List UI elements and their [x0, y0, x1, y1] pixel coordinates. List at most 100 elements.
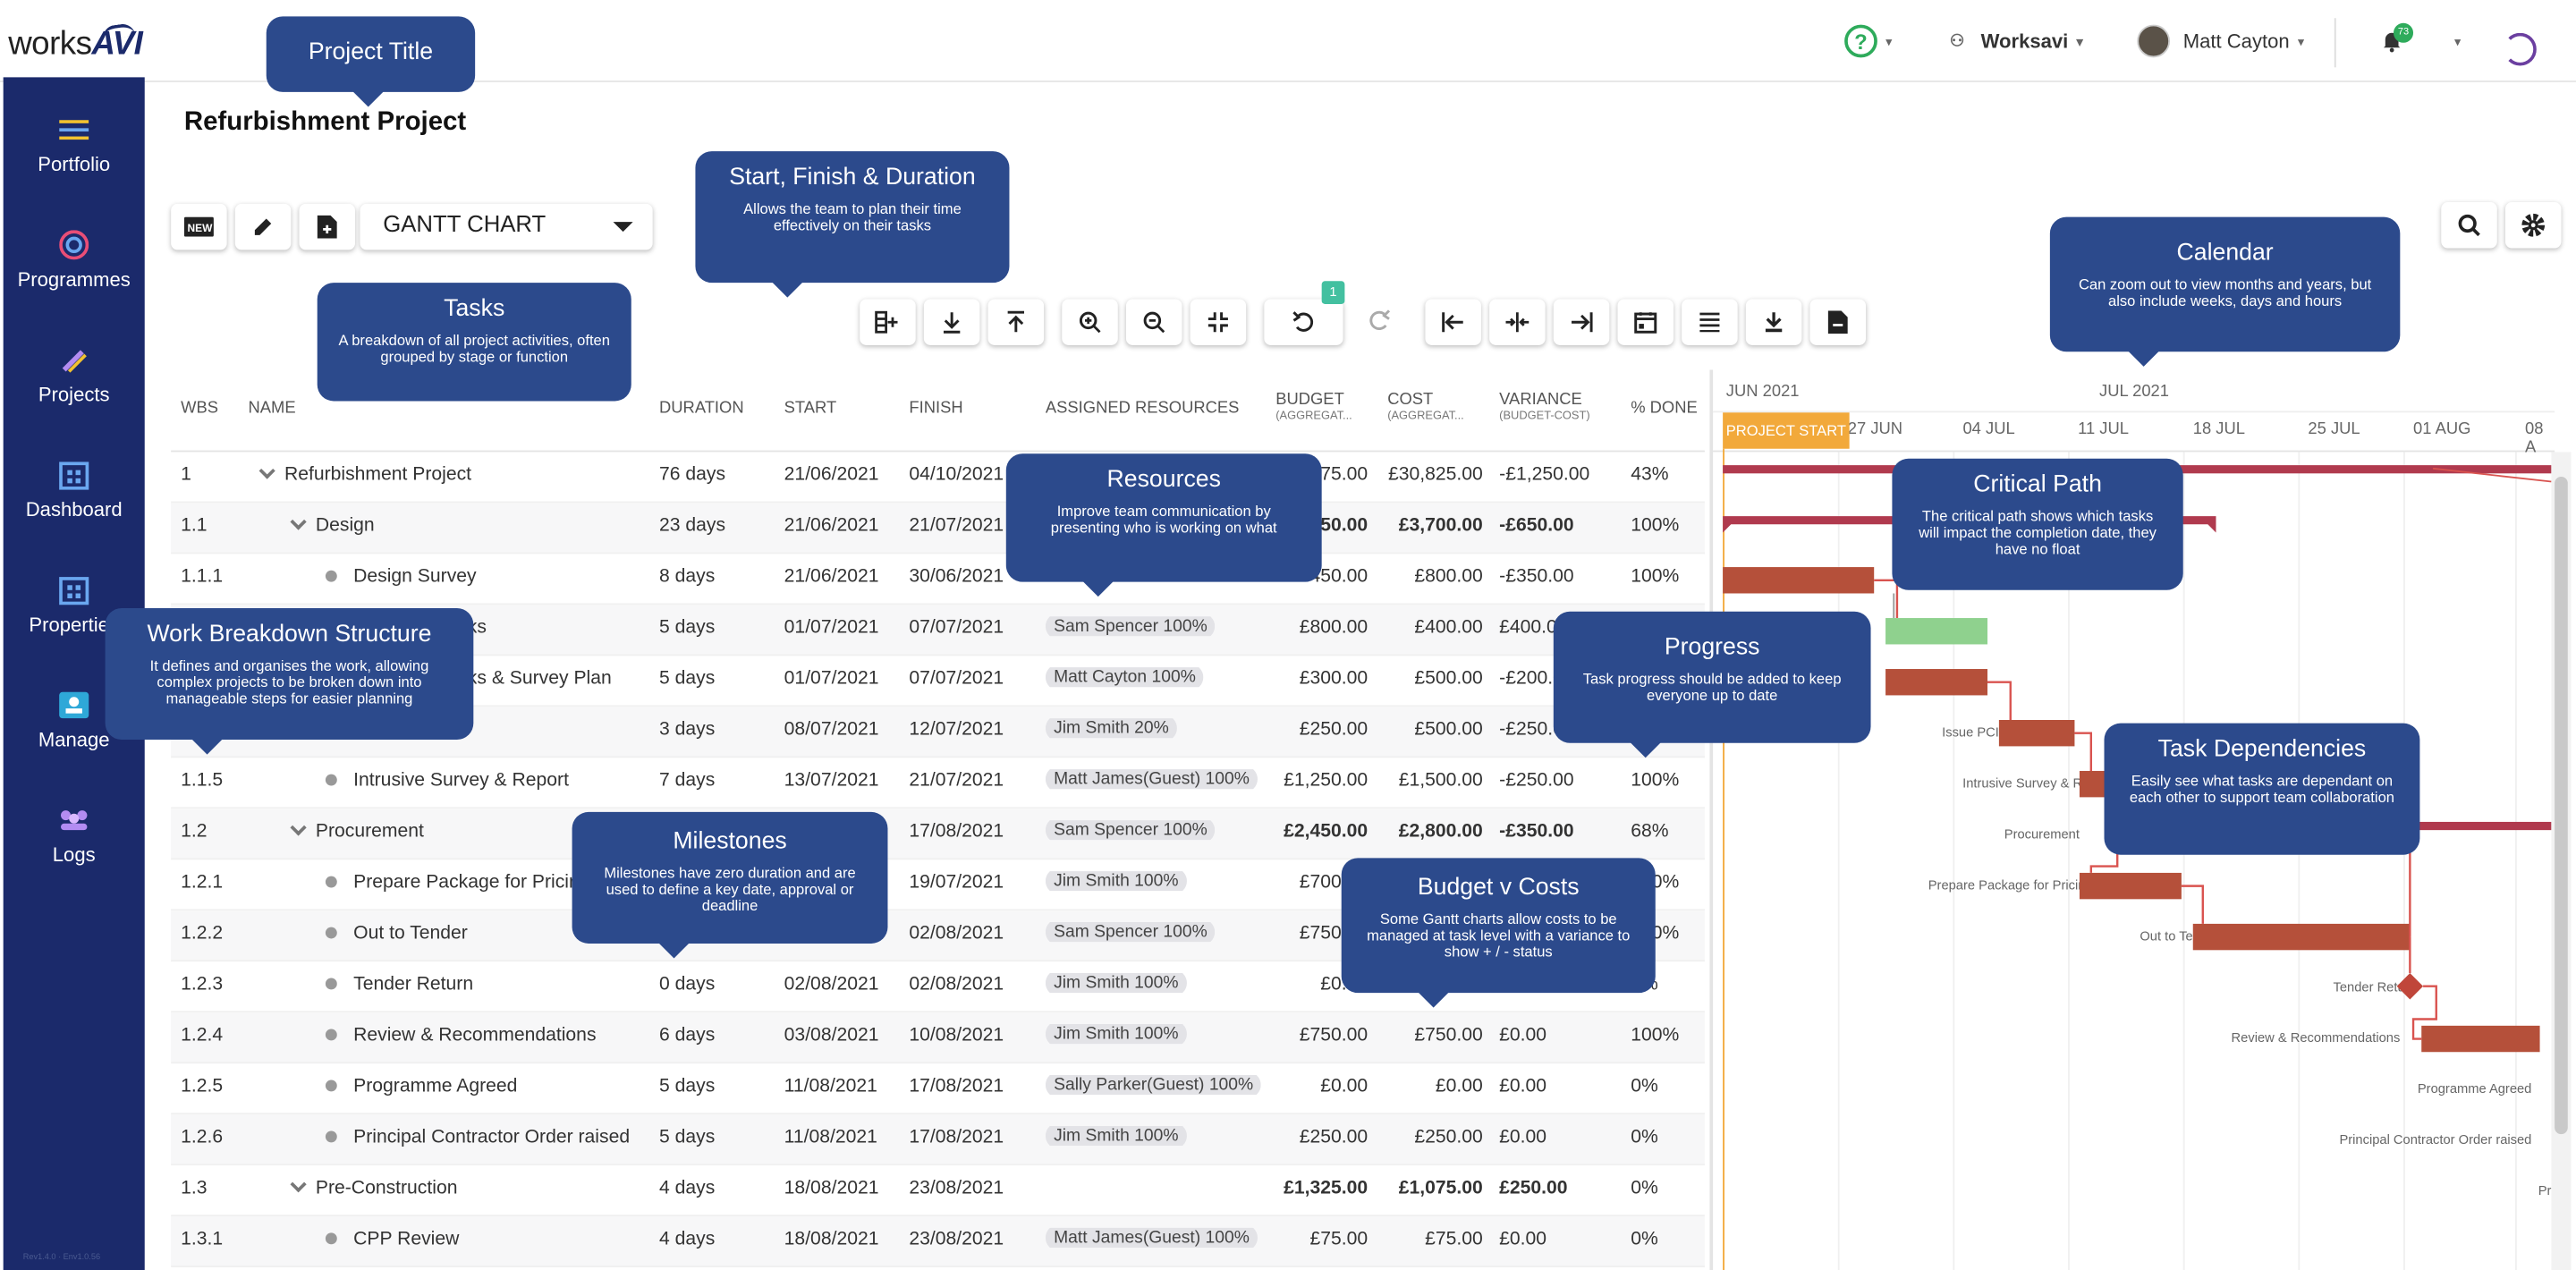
chevron-down-icon[interactable] [290, 1178, 307, 1193]
task-bar[interactable] [1998, 720, 2075, 747]
cell-cost: £2,800.00 [1398, 821, 1483, 842]
task-bar[interactable] [2421, 1025, 2540, 1053]
resource-pill[interactable]: Sally Parker(Guest) 100% [1045, 1074, 1262, 1096]
resource-pill[interactable]: Matt James(Guest) 100% [1045, 1227, 1258, 1248]
table-row[interactable]: 1.3 Pre-Construction 4 days 18/08/2021 23/08… [171, 1165, 1705, 1217]
sidebar-item-logs[interactable]: Logs [4, 784, 145, 896]
resource-pill[interactable]: Jim Smith 100% [1045, 1125, 1187, 1147]
cell-name: Intrusive Survey & Report [249, 771, 651, 791]
resource-pill[interactable]: Jim Smith 100% [1045, 973, 1187, 994]
search-button[interactable] [2441, 202, 2497, 249]
new-icon: NEW [183, 216, 214, 237]
view-select[interactable]: GANTT CHART [360, 203, 653, 250]
add-column-button[interactable] [860, 299, 916, 345]
column-header-name[interactable]: NAME [249, 370, 296, 453]
task-bar[interactable] [1723, 567, 1875, 594]
milestone-diamond[interactable] [2396, 973, 2424, 1000]
budget-header-label: BUDGET [1275, 391, 1344, 410]
task-bar[interactable] [1885, 669, 1988, 696]
org-switcher[interactable]: ⚇ Worksavi ▾ [1950, 23, 2083, 59]
help-menu[interactable]: ? ▾ [1844, 23, 1892, 59]
column-header-duration[interactable]: DURATION [659, 370, 744, 453]
table-row[interactable]: 1.2Procurement41 days22/06/202117/08/202… [171, 809, 1705, 860]
list-view-button[interactable] [1682, 299, 1738, 345]
cell-resource: Sam Spencer 100% [1045, 616, 1216, 637]
table-row[interactable]: 1 Refurbishment Project 76 days 21/06/2021 0… [171, 452, 1705, 504]
dependency-arrow[interactable] [2181, 885, 2204, 924]
download-button[interactable] [1745, 299, 1802, 345]
resource-pill[interactable]: Matt Cayton 100% [1045, 667, 1205, 688]
chevron-down-icon[interactable] [290, 821, 307, 836]
sidebar-item-projects[interactable]: Projects [4, 324, 145, 436]
calendar-button[interactable] [1617, 299, 1674, 345]
column-header-done[interactable]: % DONE [1631, 370, 1698, 453]
resource-pill[interactable]: Sam Spencer 100% [1045, 616, 1216, 637]
zoom-out-button[interactable] [1125, 299, 1182, 345]
scroll-to-end-button[interactable] [1553, 299, 1610, 345]
column-header-wbs[interactable]: WBS [181, 370, 218, 453]
page-title: Refurbishment Project [183, 108, 467, 137]
task-name: Review & Recommendations [353, 1025, 597, 1046]
sidebar-item-portfolio[interactable]: Portfolio [4, 94, 145, 206]
task-bar[interactable] [2079, 770, 2106, 798]
outdent-button[interactable] [987, 299, 1045, 345]
scroll-to-today-button[interactable] [1489, 299, 1546, 345]
table-row[interactable]: 1.3.1 CPP Review 4 days 18/08/2021 23/08/202… [171, 1216, 1705, 1268]
scroll-to-start-button[interactable] [1425, 299, 1481, 345]
column-header-resources[interactable]: ASSIGNED RESOURCES [1046, 370, 1240, 453]
pencil-icon [254, 218, 272, 235]
callout-title: Critical Path [1973, 471, 2102, 498]
undo-button[interactable] [1264, 299, 1343, 345]
new-task-button[interactable]: NEW [171, 203, 227, 250]
resource-pill[interactable]: Jim Smith 100% [1045, 1024, 1187, 1045]
cell-budget: £750.00 [1299, 1025, 1368, 1046]
notifications-dropdown[interactable]: ▾ [2446, 23, 2461, 59]
table-row[interactable]: 1.1 Design 23 days 21/06/2021 21/07/2021 £3,0… [171, 503, 1705, 555]
logout-icon[interactable] [2504, 32, 2537, 66]
cell-duration: 6 days [658, 1025, 716, 1046]
table-row[interactable]: 1.1.5 Intrusive Survey & Report 7 days 13/0… [171, 758, 1705, 809]
task-bar[interactable] [2079, 872, 2182, 900]
cell-variance: -£1,250.00 [1499, 465, 1590, 486]
resource-pill[interactable]: Jim Smith 100% [1045, 871, 1187, 892]
sidebar-item-dashboard[interactable]: Dashboard [4, 439, 145, 551]
column-header-start[interactable]: START [784, 370, 837, 453]
chevron-down-icon[interactable] [290, 516, 307, 530]
cell-done: 0% [1631, 1127, 1658, 1147]
fit-button[interactable] [1190, 299, 1247, 345]
task-bar[interactable] [1885, 618, 1988, 645]
settings-button[interactable] [2504, 202, 2562, 249]
resource-pill[interactable]: Matt James(Guest) 100% [1045, 769, 1258, 790]
column-header-cost[interactable]: COST (AGGREGAT... [1387, 370, 1464, 453]
column-header-variance[interactable]: VARIANCE (BUDGET-COST) [1499, 370, 1590, 453]
task-bar[interactable] [2192, 923, 2411, 951]
callout-milestones: Milestones Milestones have zero duration… [572, 811, 888, 959]
resource-pill[interactable]: Sam Spencer 100% [1045, 922, 1216, 943]
callout-title: Calendar [2176, 240, 2274, 267]
sidebar-item-programmes[interactable]: Programmes [4, 208, 145, 320]
dependency-arrow[interactable] [1987, 681, 2012, 721]
scrollbar-thumb[interactable] [2555, 476, 2568, 1135]
cell-resource: Matt James(Guest) 100% [1045, 1227, 1258, 1248]
callout-budget-costs: Budget v Costs Some Gantt charts allow c… [1341, 858, 1656, 1008]
export-button[interactable] [1809, 299, 1867, 345]
column-header-finish[interactable]: FINISH [909, 370, 962, 453]
redo-button[interactable] [1368, 309, 1391, 341]
table-row[interactable]: 1.2.5 Programme Agreed 5 days 11/08/2021 17/… [171, 1063, 1705, 1115]
add-document-button[interactable] [299, 203, 355, 250]
zoom-in-button[interactable] [1062, 299, 1118, 345]
chevron-down-icon[interactable] [258, 465, 275, 479]
dependency-arrow[interactable] [2074, 732, 2093, 771]
column-header-budget[interactable]: BUDGET (AGGREGAT... [1275, 370, 1352, 453]
callout-desc: Improve team communication by presenting… [1050, 503, 1277, 537]
resource-pill[interactable]: Jim Smith 20% [1045, 718, 1177, 739]
callout-resources: Resources Improve team communication by … [1005, 453, 1322, 597]
table-row[interactable]: 1.2.4 Review & Recommendations 6 days 03/08… [171, 1012, 1705, 1064]
resource-pill[interactable]: Sam Spencer 100% [1045, 820, 1216, 841]
user-menu[interactable]: Matt Cayton ▾ [2137, 23, 2304, 59]
table-row[interactable]: 1.2.6 Principal Contractor Order raised 5 … [171, 1114, 1705, 1166]
table-row[interactable]: 1.1.1 Design Survey 8 days 21/06/2021 30/06/… [171, 554, 1705, 605]
edit-button[interactable] [234, 203, 292, 250]
person-card-icon [57, 691, 90, 719]
indent-button[interactable] [923, 299, 980, 345]
